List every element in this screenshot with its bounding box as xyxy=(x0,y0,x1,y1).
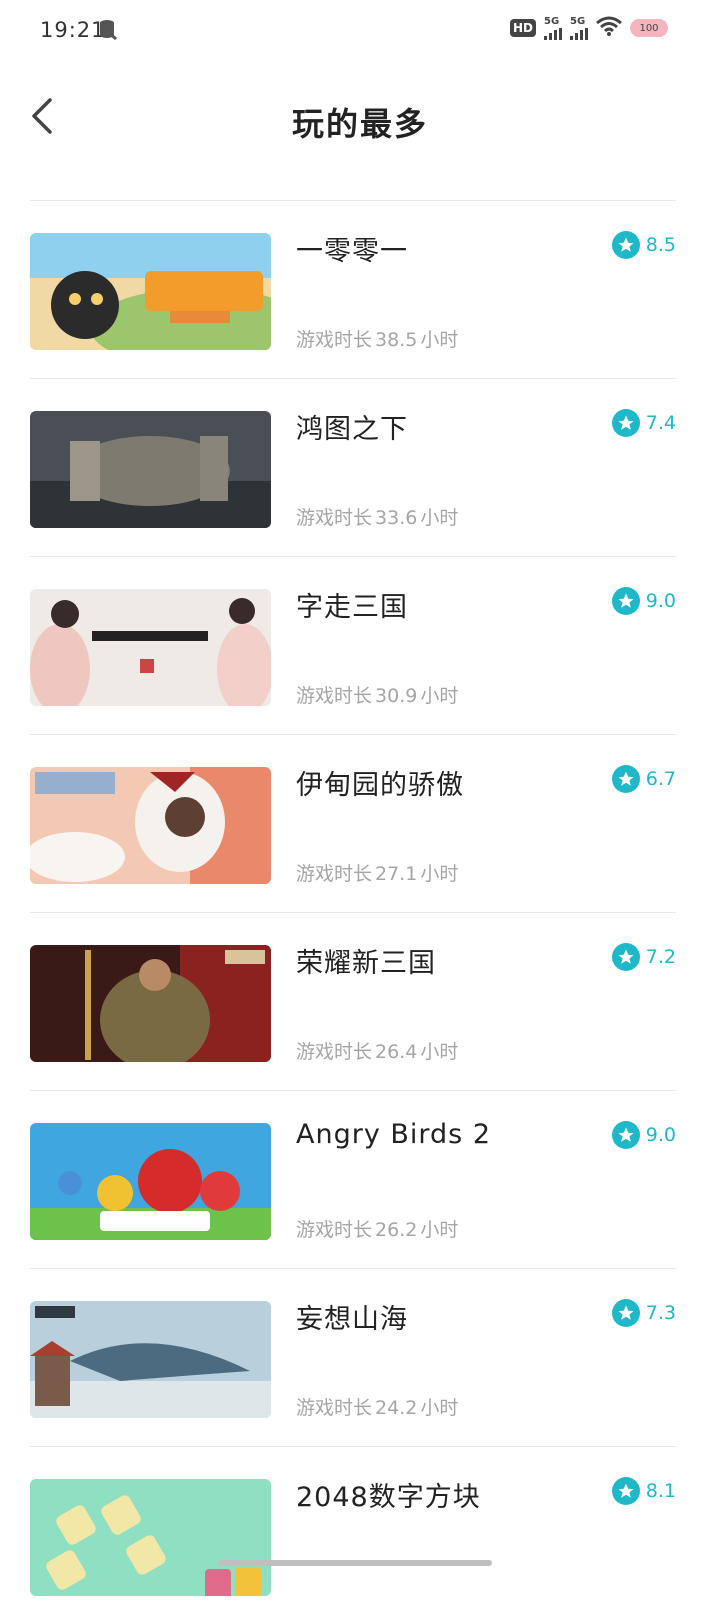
game-rating: 8.5 xyxy=(611,231,676,259)
star-icon xyxy=(611,231,640,259)
rating-score: 7.2 xyxy=(645,946,676,968)
rating-score: 9.0 xyxy=(645,590,676,612)
signal-icon-2: 5G xyxy=(570,16,588,40)
rating-score: 9.0 xyxy=(645,1124,676,1146)
game-thumbnail xyxy=(30,233,271,350)
game-name: 2048数字方块 xyxy=(296,1482,481,1513)
game-playtime: 游戏时长 26.4 小时 xyxy=(296,1041,459,1063)
game-name: 一零零一 xyxy=(296,236,408,267)
page-header: 玩的最多 xyxy=(0,64,720,174)
star-icon xyxy=(611,409,640,437)
game-thumbnail xyxy=(30,1479,271,1596)
game-playtime: 游戏时长 27.1 小时 xyxy=(296,863,459,885)
game-rating: 7.4 xyxy=(611,409,676,437)
star-icon xyxy=(611,1477,640,1505)
game-rating: 7.3 xyxy=(611,1299,676,1327)
status-bar: 19:21 HD 5G 5G 100 xyxy=(0,0,720,64)
game-row[interactable]: 一零零一 游戏时长 38.5 小时 8.5 xyxy=(30,201,676,379)
status-icons: HD 5G 5G 100 xyxy=(509,16,668,40)
rating-score: 7.3 xyxy=(645,1302,676,1324)
signal-icon-1: 5G xyxy=(544,16,562,40)
star-icon xyxy=(611,765,640,793)
game-thumbnail xyxy=(30,589,271,706)
game-rating: 9.0 xyxy=(611,587,676,615)
rating-score: 8.1 xyxy=(645,1480,676,1502)
game-rating: 8.1 xyxy=(611,1477,676,1505)
game-row[interactable]: 鸿图之下 游戏时长 33.6 小时 7.4 xyxy=(30,379,676,557)
game-row[interactable]: 伊甸园的骄傲 游戏时长 27.1 小时 6.7 xyxy=(30,735,676,913)
game-row[interactable]: 字走三国 游戏时长 30.9 小时 9.0 xyxy=(30,557,676,735)
game-row[interactable]: 荣耀新三国 游戏时长 26.4 小时 7.2 xyxy=(30,913,676,1091)
home-indicator[interactable] xyxy=(218,1560,492,1566)
game-name: Angry Birds 2 xyxy=(296,1119,491,1150)
game-thumbnail xyxy=(30,1123,271,1240)
game-thumbnail xyxy=(30,945,271,1062)
game-name: 荣耀新三国 xyxy=(296,948,436,979)
game-row[interactable]: 2048数字方块 8.1 xyxy=(30,1447,676,1624)
rating-score: 7.4 xyxy=(645,412,676,434)
page-title: 玩的最多 xyxy=(291,105,428,143)
game-row[interactable]: Angry Birds 2 游戏时长 26.2 小时 9.0 xyxy=(30,1091,676,1269)
game-thumbnail xyxy=(30,1301,271,1418)
status-time: 19:21 xyxy=(40,18,106,42)
game-playtime: 游戏时长 26.2 小时 xyxy=(296,1219,459,1241)
rating-score: 8.5 xyxy=(645,234,676,256)
game-row[interactable]: 妄想山海 游戏时长 24.2 小时 7.3 xyxy=(30,1269,676,1447)
database-icon xyxy=(98,19,118,45)
game-playtime: 游戏时长 30.9 小时 xyxy=(296,685,459,707)
game-list: 一零零一 游戏时长 38.5 小时 8.5 鸿图之下 游戏时长 33.6 小时 7.4 xyxy=(30,200,676,1624)
rating-score: 6.7 xyxy=(645,768,676,790)
star-icon xyxy=(611,1121,640,1149)
game-rating: 7.2 xyxy=(611,943,676,971)
star-icon xyxy=(611,943,640,971)
game-playtime: 游戏时长 38.5 小时 xyxy=(296,329,459,351)
battery-icon: 100 xyxy=(630,19,668,37)
game-name: 字走三国 xyxy=(296,592,408,623)
wifi-icon xyxy=(596,16,622,40)
game-thumbnail xyxy=(30,767,271,884)
star-icon xyxy=(611,1299,640,1327)
game-rating: 6.7 xyxy=(611,765,676,793)
game-rating: 9.0 xyxy=(611,1121,676,1149)
game-name: 伊甸园的骄傲 xyxy=(296,770,464,801)
game-thumbnail xyxy=(30,411,271,528)
star-icon xyxy=(611,587,640,615)
game-playtime: 游戏时长 33.6 小时 xyxy=(296,507,459,529)
hd-voice-icon: HD xyxy=(509,19,536,37)
game-name: 妄想山海 xyxy=(296,1304,408,1335)
game-name: 鸿图之下 xyxy=(296,414,408,445)
game-playtime: 游戏时长 24.2 小时 xyxy=(296,1397,459,1419)
